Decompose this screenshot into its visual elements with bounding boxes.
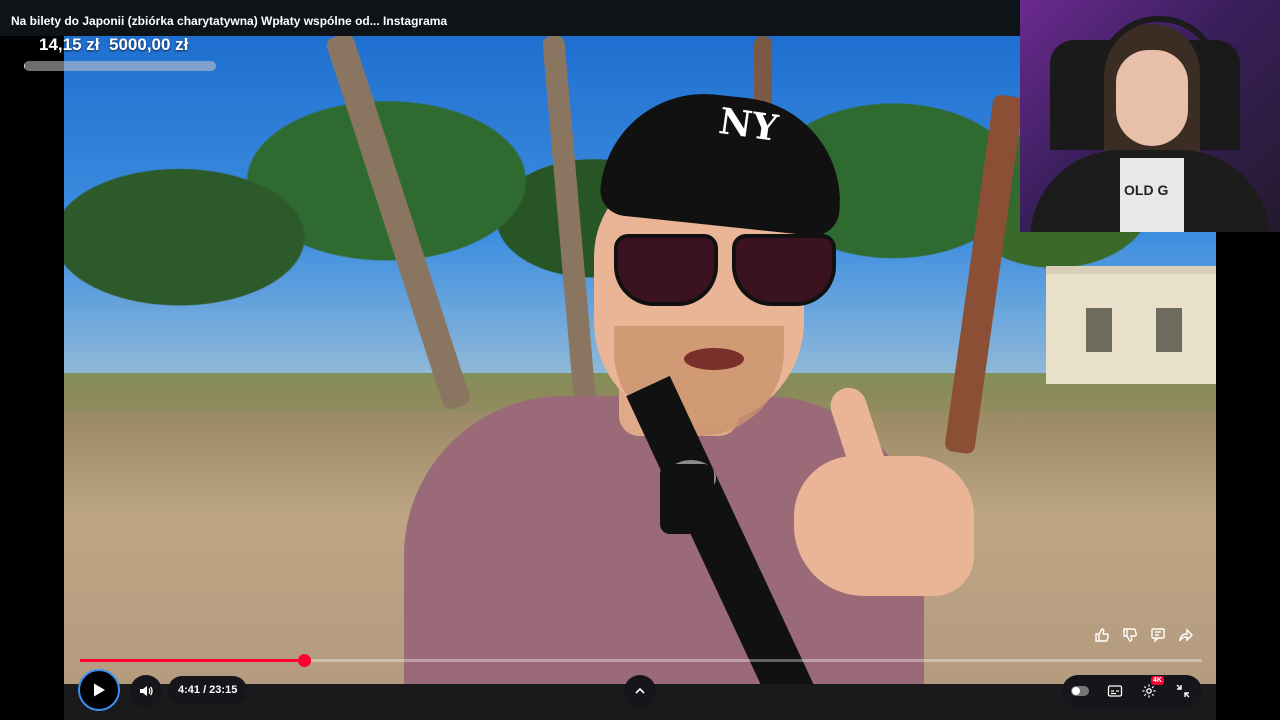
- subtitles-icon: [1107, 685, 1123, 697]
- autoplay-toggle[interactable]: [1064, 675, 1096, 707]
- volume-button[interactable]: [130, 675, 162, 707]
- headset: [1098, 16, 1220, 82]
- webcam-overlay: OLD G: [1020, 0, 1280, 232]
- building: [1046, 266, 1216, 384]
- quality-badge: 4K: [1151, 676, 1164, 685]
- seek-bar[interactable]: [80, 654, 1202, 667]
- exit-fullscreen-icon: [1176, 684, 1190, 698]
- time-display: 4:41 / 23:15: [168, 676, 248, 704]
- stream-window: NY Na bilety do Japonii (zbiórka charyta…: [0, 0, 1280, 720]
- donation-goal-widget: 14,15 zł 5000,00 zł: [24, 33, 218, 73]
- ny-logo: NY: [716, 100, 781, 150]
- gear-icon: [1142, 684, 1156, 698]
- play-icon: [94, 683, 105, 697]
- stream-title: Na bilety do Japonii (zbiórka charytatyw…: [11, 14, 448, 28]
- play-button[interactable]: [78, 669, 120, 711]
- donation-goal-amount: 5000,00 zł: [109, 35, 189, 54]
- right-controls: 4K: [1062, 675, 1202, 707]
- toggle-switch-icon: [1071, 686, 1089, 696]
- chevron-up-icon: [635, 687, 645, 694]
- donation-progress-fill: [24, 61, 25, 71]
- person-mouth: [684, 348, 744, 370]
- video-actions: [1090, 623, 1198, 647]
- thumbs-up-icon[interactable]: [1090, 623, 1114, 647]
- sunglasses: [614, 234, 836, 306]
- settings-button[interactable]: 4K: [1133, 675, 1165, 707]
- share-icon[interactable]: [1174, 623, 1198, 647]
- microphone: [660, 464, 714, 534]
- shirt-print: OLD G: [1124, 182, 1169, 198]
- donation-current: 14,15 zł: [39, 35, 100, 54]
- donation-progress-bar: [24, 61, 216, 71]
- volume-icon: [140, 686, 153, 696]
- thumbs-down-icon[interactable]: [1118, 623, 1142, 647]
- exit-fullscreen-button[interactable]: [1167, 675, 1199, 707]
- expand-button[interactable]: [624, 675, 656, 707]
- comment-icon[interactable]: [1146, 623, 1170, 647]
- seek-bar-played: [80, 659, 305, 662]
- subtitles-button[interactable]: [1099, 675, 1131, 707]
